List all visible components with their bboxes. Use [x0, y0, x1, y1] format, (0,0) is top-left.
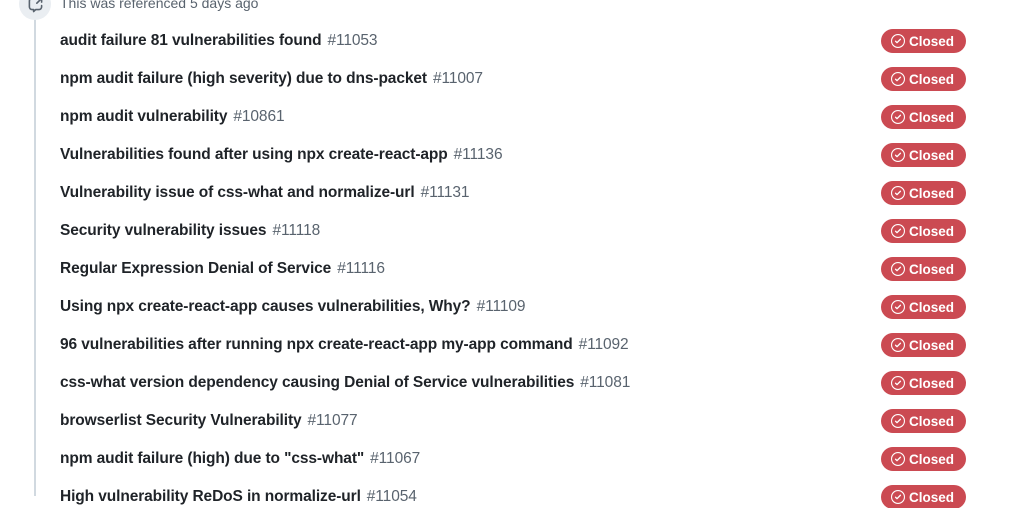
status-badge-label: Closed	[909, 33, 955, 49]
list-item[interactable]: Vulnerability issue of css-what and norm…	[0, 174, 1024, 212]
issue-link[interactable]: 96 vulnerabilities after running npx cre…	[60, 336, 629, 354]
issue-number: #11131	[420, 184, 470, 201]
issue-title: Vulnerability issue of css-what and norm…	[60, 184, 415, 201]
issue-number: #11136	[453, 146, 503, 163]
status-badge-label: Closed	[909, 375, 955, 391]
status-badge-label: Closed	[909, 451, 955, 467]
issue-title: css-what version dependency causing Deni…	[60, 374, 575, 391]
check-circle-icon	[891, 186, 905, 200]
check-circle-icon	[891, 452, 905, 466]
status-badge: Closed	[881, 371, 967, 395]
issue-title: 96 vulnerabilities after running npx cre…	[60, 336, 573, 353]
list-item[interactable]: Regular Expression Denial of Service #11…	[0, 250, 1024, 288]
cross-reference-icon	[19, 0, 51, 20]
issue-link[interactable]: High vulnerability ReDoS in normalize-ur…	[60, 488, 417, 506]
check-circle-icon	[891, 414, 905, 428]
issue-number: #11007	[432, 70, 483, 87]
list-item[interactable]: css-what version dependency causing Deni…	[0, 364, 1024, 402]
issue-number: #11077	[307, 412, 358, 429]
event-header-text: This was referenced 5 days ago	[60, 0, 259, 11]
issue-link[interactable]: browserlist Security Vulnerability #1107…	[60, 412, 358, 430]
issue-link[interactable]: css-what version dependency causing Deni…	[60, 374, 630, 392]
issue-title: High vulnerability ReDoS in normalize-ur…	[60, 488, 361, 505]
issue-title: npm audit failure (high) due to "css-wha…	[60, 450, 365, 467]
list-item[interactable]: audit failure 81 vulnerabilities found #…	[0, 22, 1024, 60]
list-item[interactable]: High vulnerability ReDoS in normalize-ur…	[0, 478, 1024, 508]
status-badge-label: Closed	[909, 337, 955, 353]
list-item[interactable]: npm audit vulnerability #10861 Closed	[0, 98, 1024, 136]
issue-link[interactable]: Regular Expression Denial of Service #11…	[60, 260, 385, 278]
issue-title: npm audit failure (high severity) due to…	[60, 70, 427, 87]
issue-number: #11054	[366, 488, 417, 505]
issue-link[interactable]: npm audit failure (high) due to "css-wha…	[60, 450, 420, 468]
issue-title: audit failure 81 vulnerabilities found	[60, 32, 322, 49]
issue-number: #11109	[476, 298, 526, 315]
status-badge-label: Closed	[909, 223, 955, 239]
check-circle-icon	[891, 72, 905, 86]
status-badge: Closed	[881, 447, 967, 471]
status-badge: Closed	[881, 29, 967, 53]
check-circle-icon	[891, 262, 905, 276]
status-badge: Closed	[881, 181, 967, 205]
status-badge: Closed	[881, 295, 967, 319]
status-badge-label: Closed	[909, 185, 955, 201]
status-badge: Closed	[881, 219, 967, 243]
check-circle-icon	[891, 338, 905, 352]
list-item[interactable]: 96 vulnerabilities after running npx cre…	[0, 326, 1024, 364]
status-badge-label: Closed	[909, 489, 955, 505]
status-badge: Closed	[881, 105, 967, 129]
check-circle-icon	[891, 490, 905, 504]
issue-number: #11081	[580, 374, 631, 391]
check-circle-icon	[891, 300, 905, 314]
issue-link[interactable]: npm audit failure (high severity) due to…	[60, 70, 483, 88]
check-circle-icon	[891, 376, 905, 390]
status-badge: Closed	[881, 143, 967, 167]
status-badge: Closed	[881, 257, 967, 281]
issue-link[interactable]: Vulnerabilities found after using npx cr…	[60, 146, 503, 164]
issue-link[interactable]: Vulnerability issue of css-what and norm…	[60, 184, 469, 202]
issue-title: browserlist Security Vulnerability	[60, 412, 302, 429]
issue-link[interactable]: npm audit vulnerability #10861	[60, 108, 285, 126]
issue-title: Using npx create-react-app causes vulner…	[60, 298, 471, 315]
status-badge: Closed	[881, 67, 967, 91]
status-badge: Closed	[881, 409, 967, 433]
referenced-issue-list: audit failure 81 vulnerabilities found #…	[0, 22, 1024, 508]
check-circle-icon	[891, 148, 905, 162]
check-circle-icon	[891, 34, 905, 48]
issue-title: Regular Expression Denial of Service	[60, 260, 332, 277]
issue-number: #11092	[578, 336, 629, 353]
issue-title: Vulnerabilities found after using npx cr…	[60, 146, 448, 163]
status-badge-label: Closed	[909, 261, 955, 277]
issue-number: #11116	[337, 260, 385, 277]
list-item[interactable]: Security vulnerability issues #11118 Clo…	[0, 212, 1024, 250]
list-item[interactable]: Vulnerabilities found after using npx cr…	[0, 136, 1024, 174]
check-circle-icon	[891, 224, 905, 238]
status-badge: Closed	[881, 333, 967, 357]
timeline-cross-reference-event: This was referenced 5 days ago audit fai…	[0, 0, 1024, 508]
issue-title: Security vulnerability issues	[60, 222, 267, 239]
status-badge: Closed	[881, 485, 967, 508]
issue-number: #11118	[272, 222, 321, 239]
list-item[interactable]: npm audit failure (high severity) due to…	[0, 60, 1024, 98]
issue-link[interactable]: Using npx create-react-app causes vulner…	[60, 298, 525, 316]
list-item[interactable]: Using npx create-react-app causes vulner…	[0, 288, 1024, 326]
list-item[interactable]: browserlist Security Vulnerability #1107…	[0, 402, 1024, 440]
status-badge-label: Closed	[909, 299, 955, 315]
status-badge-label: Closed	[909, 71, 955, 87]
status-badge-label: Closed	[909, 413, 955, 429]
issue-number: #11053	[327, 32, 378, 49]
issue-number: #10861	[233, 108, 285, 125]
check-circle-icon	[891, 110, 905, 124]
issue-title: npm audit vulnerability	[60, 108, 228, 125]
issue-link[interactable]: audit failure 81 vulnerabilities found #…	[60, 32, 378, 50]
list-item[interactable]: npm audit failure (high) due to "css-wha…	[0, 440, 1024, 478]
status-badge-label: Closed	[909, 147, 955, 163]
issue-number: #11067	[370, 450, 421, 467]
status-badge-label: Closed	[909, 109, 955, 125]
issue-link[interactable]: Security vulnerability issues #11118	[60, 222, 320, 240]
